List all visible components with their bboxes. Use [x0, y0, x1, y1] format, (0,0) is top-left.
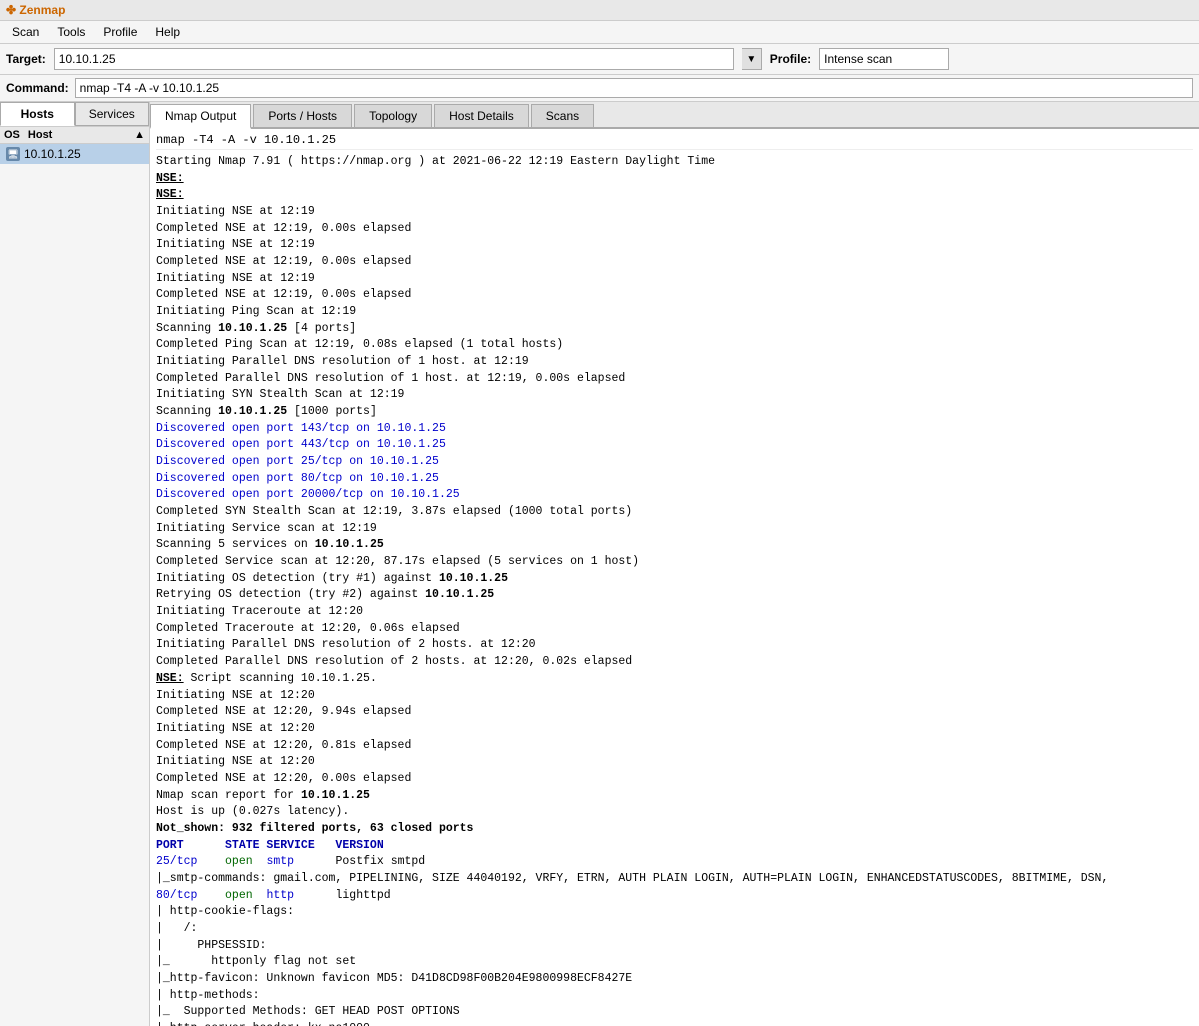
tabs: Nmap Output Ports / Hosts Topology Host … [150, 102, 1199, 129]
services-button[interactable]: Services [75, 102, 150, 126]
menubar: Scan Tools Profile Help [0, 21, 1199, 44]
hosts-list: 🖥 10.10.1.25 [0, 144, 149, 1026]
main-layout: Hosts Services OS Host ▲ 🖥 10.10.1.25 Nm… [0, 102, 1199, 1026]
menu-profile[interactable]: Profile [95, 23, 145, 41]
tab-scans[interactable]: Scans [531, 104, 594, 127]
sort-arrow[interactable]: ▲ [134, 129, 145, 141]
toolbar: Target: ▼ Profile: [0, 44, 1199, 75]
host-item[interactable]: 🖥 10.10.1.25 [0, 144, 149, 164]
profile-input[interactable] [819, 48, 949, 70]
tab-nmap-output[interactable]: Nmap Output [150, 104, 251, 129]
hosts-header: OS Host ▲ [0, 127, 149, 144]
right-panel: Nmap Output Ports / Hosts Topology Host … [150, 102, 1199, 1026]
target-label: Target: [6, 52, 46, 66]
tab-ports-hosts[interactable]: Ports / Hosts [253, 104, 352, 127]
app-logo: ✤ Zenmap [6, 3, 65, 17]
titlebar: ✤ Zenmap [0, 0, 1199, 21]
command-label: Command: [6, 81, 69, 95]
menu-tools[interactable]: Tools [49, 23, 93, 41]
target-input[interactable] [54, 48, 734, 70]
tab-host-details[interactable]: Host Details [434, 104, 529, 127]
output-area[interactable]: nmap -T4 -A -v 10.10.1.25 Starting Nmap … [150, 129, 1199, 1026]
tab-topology[interactable]: Topology [354, 104, 432, 127]
host-service-buttons: Hosts Services [0, 102, 149, 127]
menu-help[interactable]: Help [147, 23, 188, 41]
command-input[interactable] [75, 78, 1193, 98]
left-panel: Hosts Services OS Host ▲ 🖥 10.10.1.25 [0, 102, 150, 1026]
host-ip: 10.10.1.25 [24, 147, 81, 161]
profile-label: Profile: [770, 52, 811, 66]
hosts-button[interactable]: Hosts [0, 102, 75, 126]
command-display: nmap -T4 -A -v 10.10.1.25 [156, 133, 1193, 150]
host-icon: 🖥 [6, 147, 20, 161]
host-column-label: Host [28, 129, 52, 141]
output-text: Starting Nmap 7.91 ( https://nmap.org ) … [156, 154, 1193, 1026]
target-dropdown-arrow[interactable]: ▼ [742, 48, 762, 70]
commandbar: Command: [0, 75, 1199, 102]
menu-scan[interactable]: Scan [4, 23, 47, 41]
os-column-label: OS [4, 129, 20, 141]
